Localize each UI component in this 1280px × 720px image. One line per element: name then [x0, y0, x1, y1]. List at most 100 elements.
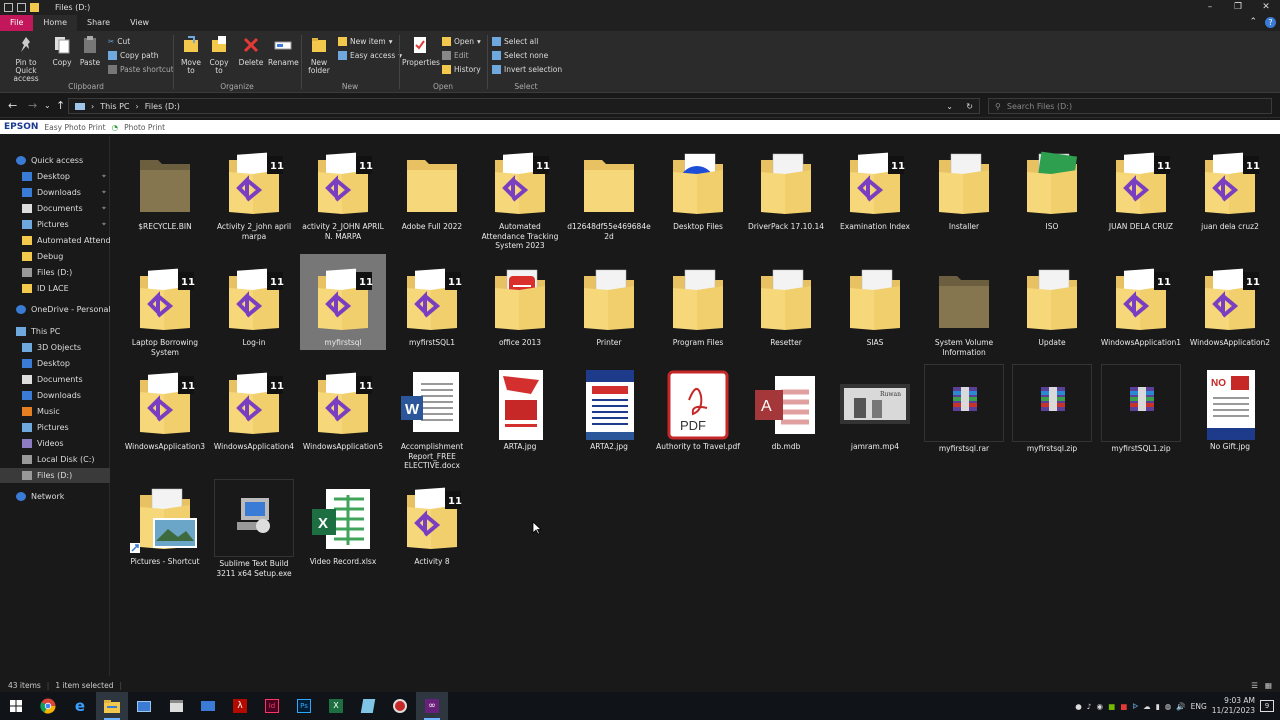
open-button[interactable]: Open ▾: [442, 37, 481, 46]
folder-item[interactable]: Resetter: [743, 266, 829, 348]
folder-item[interactable]: Printer: [566, 266, 652, 348]
address-dropdown-icon[interactable]: ⌄: [946, 102, 953, 111]
file-item[interactable]: Ruwan jamram.mp4: [832, 370, 918, 452]
delete-button[interactable]: Delete: [238, 35, 264, 67]
folder-item[interactable]: 11 juan dela cruz2: [1187, 150, 1273, 232]
paste-shortcut-button[interactable]: Paste shortcut: [108, 65, 174, 74]
tab-home[interactable]: Home: [33, 15, 78, 31]
tab-share[interactable]: Share: [77, 15, 120, 31]
folder-item[interactable]: 11 JUAN DELA CRUZ: [1098, 150, 1184, 232]
history-button[interactable]: History: [442, 65, 481, 74]
volume-icon[interactable]: 🔊: [1176, 702, 1185, 711]
invert-selection-button[interactable]: Invert selection: [492, 65, 562, 74]
sidebar-item[interactable]: Local Disk (C:): [0, 452, 110, 467]
taskbar-edge[interactable]: e: [64, 692, 96, 720]
system-menu-icon[interactable]: [4, 3, 13, 12]
move-to-button[interactable]: Move to: [178, 35, 204, 75]
up-arrow-icon[interactable]: ↑: [56, 99, 65, 112]
taskbar-excel[interactable]: X: [320, 692, 352, 720]
maximize-button[interactable]: ❐: [1224, 0, 1252, 15]
properties-button[interactable]: Properties: [402, 35, 440, 67]
microphone-icon[interactable]: ♪: [1087, 702, 1092, 711]
paste-button[interactable]: Paste: [78, 35, 102, 67]
refresh-icon[interactable]: ↻: [966, 102, 973, 111]
file-item[interactable]: W Accomplishment Report_FREE ELECTIVE.doc…: [389, 370, 475, 471]
battery-icon[interactable]: ▮: [1156, 702, 1160, 711]
folder-item[interactable]: 11 WindowsApplication1: [1098, 266, 1184, 348]
folder-item[interactable]: office 2013: [477, 266, 563, 348]
sidebar-item[interactable]: Quick access: [0, 153, 110, 168]
sidebar-item[interactable]: 3D Objects: [0, 340, 110, 355]
select-none-button[interactable]: Select none: [492, 51, 548, 60]
folder-item[interactable]: SIAS: [832, 266, 918, 348]
easy-access-button[interactable]: Easy access ▾: [338, 51, 402, 60]
select-all-button[interactable]: Select all: [492, 37, 538, 46]
rename-button[interactable]: Rename: [268, 35, 299, 67]
folder-item[interactable]: Adobe Full 2022: [389, 150, 475, 232]
copy-path-button[interactable]: Copy path: [108, 51, 158, 60]
cloud-icon[interactable]: ☁: [1143, 702, 1151, 711]
folder-item[interactable]: 11 Activity 8: [389, 485, 475, 567]
folder-item[interactable]: $RECYCLE.BIN: [122, 150, 208, 232]
sidebar-item[interactable]: This PC: [0, 324, 110, 339]
new-item-button[interactable]: New item ▾: [338, 37, 392, 46]
photo-print-button[interactable]: Photo Print: [124, 123, 165, 132]
folder-item[interactable]: 11 WindowsApplication2: [1187, 266, 1273, 348]
notification-icon[interactable]: 9: [1260, 700, 1274, 712]
properties-icon[interactable]: [17, 3, 26, 12]
tray-app-icon[interactable]: ●: [1075, 702, 1082, 711]
tab-file[interactable]: File: [0, 15, 34, 31]
sidebar-item[interactable]: Files (D:): [0, 468, 110, 483]
new-folder-button[interactable]: New folder: [304, 35, 334, 75]
file-item[interactable]: Adb.mdb: [743, 370, 829, 452]
file-item[interactable]: Sublime Text Build 3211 x64 Setup.exe: [211, 479, 297, 578]
taskbar-visual-studio[interactable]: ∞: [416, 692, 448, 720]
back-arrow-icon[interactable]: ←: [8, 99, 17, 112]
sidebar-item[interactable]: OneDrive - Personal: [0, 302, 110, 317]
wifi-icon[interactable]: ◍: [1165, 702, 1172, 711]
breadcrumb-this-pc[interactable]: This PC: [100, 102, 129, 111]
forward-arrow-icon[interactable]: →: [28, 99, 37, 112]
sidebar-item[interactable]: ID LACE: [0, 281, 110, 296]
new-folder-icon[interactable]: [30, 3, 39, 12]
folder-item[interactable]: 11 Examination Index: [832, 150, 918, 232]
sidebar-item[interactable]: Network: [0, 489, 110, 504]
folder-item[interactable]: 11 Log-in: [211, 266, 297, 348]
pin-quick-access-button[interactable]: Pin to Quick access: [4, 35, 48, 83]
pin-icon[interactable]: ⌖: [102, 172, 106, 181]
file-item[interactable]: ARTA2.jpg: [566, 370, 652, 452]
easy-photo-print-button[interactable]: Easy Photo Print: [44, 123, 105, 132]
folder-item[interactable]: om Desktop Files: [655, 150, 741, 232]
taskbar-store[interactable]: [160, 692, 192, 720]
sidebar-item[interactable]: Automated Attendan: [0, 233, 110, 248]
folder-item[interactable]: 11 myfirstSQL1: [389, 266, 475, 348]
pin-icon[interactable]: ⌖: [102, 188, 106, 197]
file-item[interactable]: PDF Authority to Travel.pdf: [655, 370, 741, 452]
sidebar-item[interactable]: Debug: [0, 249, 110, 264]
taskbar-indesign[interactable]: Id: [256, 692, 288, 720]
taskbar-acrobat[interactable]: λ: [224, 692, 256, 720]
start-button[interactable]: [0, 692, 32, 720]
sidebar-item[interactable]: Downloads ⌖: [0, 185, 110, 200]
sidebar-item[interactable]: Music: [0, 404, 110, 419]
bluetooth-icon[interactable]: ᐉ: [1132, 702, 1138, 711]
taskbar-recorder[interactable]: [384, 692, 416, 720]
folder-item[interactable]: d12648df55e469684e2d: [566, 150, 652, 241]
details-view-icon[interactable]: ☰: [1251, 681, 1258, 690]
folder-item[interactable]: Update: [1009, 266, 1095, 348]
folder-item[interactable]: 11 WindowsApplication5: [300, 370, 386, 452]
cut-button[interactable]: ✂ Cut: [108, 37, 130, 46]
help-icon[interactable]: ?: [1265, 17, 1276, 28]
folder-item[interactable]: 11 Activity 2_john april marpa: [211, 150, 297, 241]
tray-record-icon[interactable]: ■: [1120, 702, 1127, 711]
file-item[interactable]: X Video Record.xlsx: [300, 485, 386, 567]
folder-item[interactable]: Pictures - Shortcut: [122, 485, 208, 567]
folder-item[interactable]: 11 activity 2_JOHN APRIL N. MARPA: [300, 150, 386, 241]
collapse-ribbon-icon[interactable]: ⌃: [1249, 17, 1257, 28]
folder-item[interactable]: 11 Automated Attendance Tracking System 2…: [477, 150, 563, 251]
search-box[interactable]: ⚲ Search Files (D:): [988, 98, 1272, 114]
tray-camera-icon[interactable]: ◉: [1097, 702, 1104, 711]
sidebar-item[interactable]: Documents ⌖: [0, 201, 110, 216]
large-icons-view-icon[interactable]: ▦: [1265, 681, 1272, 690]
sidebar-item[interactable]: Documents: [0, 372, 110, 387]
